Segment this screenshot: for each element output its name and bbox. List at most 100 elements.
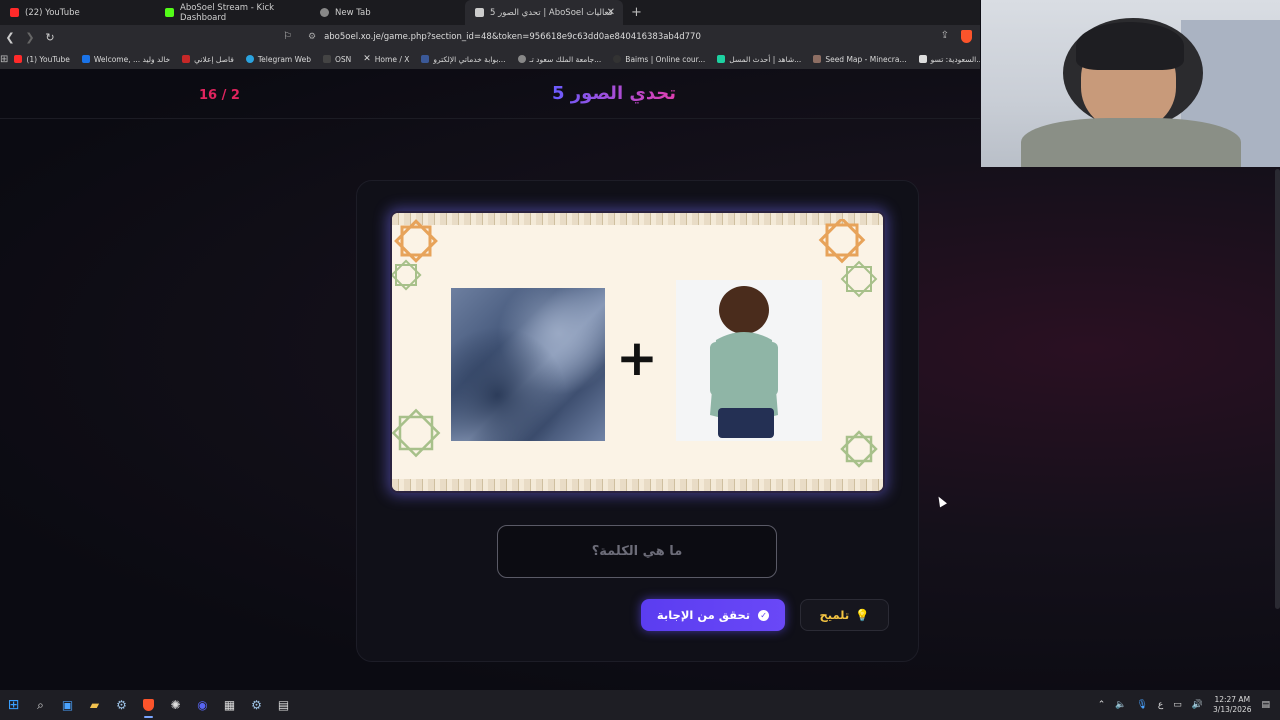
url-text: abo5oel.xo.je/game.php?section_id=48&tok…	[324, 32, 701, 42]
tab-label: تحدي الصور 5 | AboSoel فعاليات	[490, 7, 613, 18]
apps-grid-icon[interactable]: ⊞	[0, 54, 8, 65]
epic-games-icon[interactable]: ▦	[216, 690, 243, 720]
tab-label: AboSoel Stream - Kick Dashboard	[180, 2, 275, 23]
hint-label: تلميح	[819, 608, 850, 622]
display-icon[interactable]: ▭	[1173, 700, 1182, 710]
hint-button[interactable]: تلميح 💡	[800, 599, 889, 631]
speaker-icon[interactable]: 🔈	[1115, 700, 1126, 710]
bookmark-item[interactable]: ✕ Home / X	[357, 54, 415, 64]
share-icon[interactable]: ⇪	[941, 30, 949, 43]
system-tray: ⌃ 🔈 🎙 ع ▭ 🔊 12:27 AM 3/13/2026 ▤	[1098, 690, 1270, 720]
bookmark-item[interactable]: جامعة الملك سعود تـ...	[512, 55, 608, 64]
boy-back-image	[676, 280, 822, 441]
bookmark-favicon-icon	[81, 55, 90, 63]
plus-operator: +	[616, 329, 658, 387]
bookmark-item[interactable]: (1) YouTube	[8, 55, 76, 64]
islamic-star-ornament-icon	[392, 408, 441, 458]
reload-icon[interactable]: ↻	[40, 31, 60, 44]
chatgpt-icon[interactable]: ✺	[162, 690, 189, 720]
calculator-icon[interactable]: ▤	[270, 690, 297, 720]
bookmark-favicon-icon	[517, 55, 526, 63]
bookmark-item[interactable]: Baims | Online cour...	[607, 55, 711, 64]
bookmark-favicon-icon	[421, 55, 430, 63]
webcam-shirt	[1021, 118, 1241, 167]
input-language[interactable]: ع	[1158, 700, 1163, 710]
tab-label: New Tab	[335, 7, 371, 18]
steam-icon[interactable]: ⚙	[108, 690, 135, 720]
windows-start-icon[interactable]: ⊞	[0, 690, 27, 720]
steam-icon[interactable]: ⚙	[243, 690, 270, 720]
tab-kick-dashboard[interactable]: AboSoel Stream - Kick Dashboard	[155, 0, 310, 25]
question-counter: 16 / 2	[199, 88, 240, 103]
brave-shields-icon[interactable]	[961, 30, 972, 43]
bookmark-favicon-icon	[613, 55, 622, 63]
volume-icon[interactable]: 🔊	[1192, 700, 1203, 710]
check-answer-button[interactable]: تحقق من الإجابة ✓	[641, 599, 785, 631]
bookmark-label: (1) YouTube	[26, 54, 70, 64]
bookmark-item[interactable]: OSN	[317, 55, 357, 64]
windows-taskbar: ⊞ ⌕ ▣ ▰ ⚙ ✺ ◉ ▦ ⚙ ▤ ⌃ 🔈 🎙 ع ▭ 🔊 12:27 AM…	[0, 690, 1280, 720]
tab-youtube[interactable]: (22) YouTube	[0, 0, 155, 25]
x-logo-icon: ✕	[363, 54, 371, 64]
game-header: 16 / 2 تحدي الصور 5	[0, 69, 980, 119]
decorative-border-bottom	[392, 479, 883, 491]
brave-icon[interactable]	[135, 690, 162, 720]
tab-game-active[interactable]: تحدي الصور 5 | AboSoel فعاليات ✕	[465, 0, 623, 25]
clock-time: 12:27 AM	[1214, 695, 1251, 704]
bookmark-label: فاصل إعلاني	[194, 54, 234, 64]
site-info-icon[interactable]: ⚙	[308, 32, 316, 42]
bookmark-label: شاهد | أحدث المسل...	[729, 54, 802, 64]
check-circle-icon: ✓	[758, 609, 770, 621]
check-answer-label: تحقق من الإجابة	[656, 608, 751, 622]
bookmark-item[interactable]: فاصل إعلاني	[176, 55, 240, 64]
bookmark-label: Baims | Online cour...	[625, 54, 706, 64]
address-bar[interactable]: ⚙ abo5oel.xo.je/game.php?section_id=48&t…	[300, 28, 976, 46]
puzzle-image-panel: +	[390, 211, 885, 493]
bookmark-item[interactable]: Seed Map - Minecra...	[807, 55, 912, 64]
chevron-up-icon[interactable]: ⌃	[1098, 700, 1106, 710]
photos-icon[interactable]: ▣	[54, 690, 81, 720]
youtube-icon	[10, 8, 19, 17]
webcam-hair	[1076, 22, 1184, 70]
page-title: تحدي الصور 5	[552, 83, 677, 104]
system-clock[interactable]: 12:27 AM 3/13/2026	[1213, 695, 1251, 715]
telegram-icon	[245, 55, 254, 63]
bookmark-label: جامعة الملك سعود تـ...	[529, 54, 602, 64]
bookmark-item[interactable]: شاهد | أحدث المسل...	[711, 55, 807, 64]
webcam-overlay	[981, 0, 1280, 167]
bookmark-favicon-icon	[717, 55, 726, 63]
bookmark-item[interactable]: بوابة خدماتي الإلكترو...	[415, 55, 511, 64]
islamic-star-ornament-icon	[840, 430, 878, 468]
answer-input[interactable]	[497, 525, 777, 578]
forward-icon[interactable]: ❯	[20, 31, 40, 44]
bookmark-item[interactable]: السعودية: تسو...	[913, 55, 980, 64]
boy-illustration-icon	[710, 286, 778, 438]
navigation-bar: ❮ ❯ ↻ ⚐ ⚙ abo5oel.xo.je/game.php?section…	[0, 25, 980, 49]
bookmark-label: Telegram Web	[257, 54, 311, 64]
kick-icon	[165, 8, 174, 17]
tab-new-tab[interactable]: New Tab	[310, 0, 465, 25]
lightbulb-icon: 💡	[855, 608, 870, 622]
bookmark-item[interactable]: Telegram Web	[240, 55, 317, 64]
nav-right-group: ⇪	[941, 30, 972, 43]
close-icon[interactable]: ✕	[607, 7, 615, 18]
bookmark-label: Home / X	[374, 54, 410, 64]
discord-icon[interactable]: ◉	[189, 690, 216, 720]
clock-date: 3/13/2026	[1213, 705, 1252, 714]
new-tab-button[interactable]: +	[623, 5, 650, 20]
bookmark-icon[interactable]: ⚐	[283, 31, 292, 42]
bookmark-favicon-icon	[813, 55, 822, 63]
file-explorer-icon[interactable]: ▰	[81, 690, 108, 720]
page-scrollbar[interactable]	[1275, 169, 1280, 609]
bookmark-label: Welcome, ... خالد وليد	[93, 54, 171, 64]
microphone-icon[interactable]: 🎙	[1136, 700, 1147, 710]
back-icon[interactable]: ❮	[0, 31, 20, 44]
notification-icon[interactable]: ▤	[1261, 700, 1270, 710]
islamic-star-ornament-icon	[392, 219, 438, 291]
bookmark-label: السعودية: تسو...	[930, 54, 980, 64]
bookmark-label: OSN	[334, 54, 352, 64]
osn-icon	[322, 55, 331, 63]
bookmark-item[interactable]: Welcome, ... خالد وليد	[76, 55, 176, 64]
brave-shield-icon	[320, 8, 329, 17]
search-icon[interactable]: ⌕	[27, 690, 54, 720]
